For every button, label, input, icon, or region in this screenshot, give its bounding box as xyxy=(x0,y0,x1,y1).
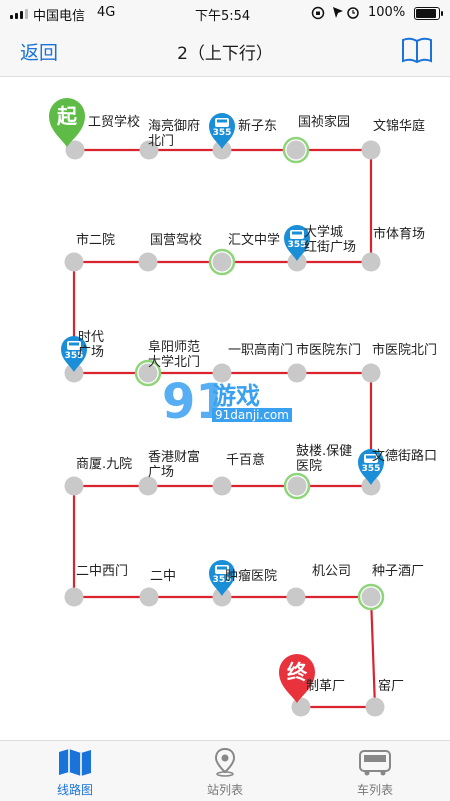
stop-label: 阜阳师范 大学北门 xyxy=(148,340,201,370)
location-arrow-icon xyxy=(333,7,343,18)
location-pin-icon xyxy=(214,747,236,777)
stop-label: 机公司 xyxy=(312,564,352,579)
tab-stop-list[interactable]: 站列表 xyxy=(150,741,300,801)
stop-label: 市二院 xyxy=(76,233,116,248)
stop-label: 香港财富 广场 xyxy=(148,450,201,480)
map-book-icon[interactable] xyxy=(400,36,434,64)
stop-dot[interactable] xyxy=(291,697,311,717)
stop-label: 肿瘤医院 xyxy=(225,569,278,584)
stop-dot[interactable] xyxy=(287,363,307,383)
stop-dot[interactable] xyxy=(212,476,232,496)
tab-bus-list[interactable]: 车列表 xyxy=(300,741,450,801)
stop-label: 国营驾校 xyxy=(150,233,203,248)
stop-label: 文德街路口 xyxy=(372,449,438,464)
bus-icon xyxy=(359,750,391,776)
rotation-lock-icon xyxy=(311,6,325,20)
battery-text: 100% xyxy=(368,5,406,20)
carrier-text: 中国电信 xyxy=(33,9,86,24)
stop-label: 市医院北门 xyxy=(372,343,438,358)
stop-dot[interactable] xyxy=(287,476,307,496)
stop-dot[interactable] xyxy=(365,697,385,717)
stop-label: 新子东 xyxy=(238,119,278,134)
stop-dot[interactable] xyxy=(212,252,232,272)
stop-dot[interactable] xyxy=(361,140,381,160)
signal-icon xyxy=(10,9,32,19)
alarm-icon xyxy=(347,7,359,19)
stop-dot[interactable] xyxy=(361,363,381,383)
bus-marker[interactable]: 355 xyxy=(209,113,235,149)
watermark-site: 91danji.com xyxy=(212,408,292,422)
stop-label: 国祯家园 xyxy=(298,115,351,130)
stop-dot[interactable] xyxy=(361,252,381,272)
status-bar: 中国电信 4G 下午5:54 100% xyxy=(0,0,450,26)
time-text: 下午5:54 xyxy=(195,9,251,24)
stop-dot[interactable] xyxy=(64,252,84,272)
stop-label: 一职高南门 xyxy=(228,343,294,358)
page-title: 2（上下行） xyxy=(177,44,273,64)
watermark-brand: 游戏 xyxy=(212,382,260,410)
stop-label: 二中 xyxy=(150,569,177,584)
start-badge: 起 xyxy=(49,98,85,147)
stop-dot[interactable] xyxy=(139,587,159,607)
stop-label: 二中西门 xyxy=(76,564,129,579)
route-map: 355 355 355 355 355 起终 工贸学校 海亮御府 北门 新子东 国祯家园 文锦华庭… xyxy=(0,77,450,740)
nav-bar: 返回 2（上下行） xyxy=(0,26,450,77)
stop-dot[interactable] xyxy=(361,587,381,607)
stop-dot[interactable] xyxy=(286,587,306,607)
network-text: 4G xyxy=(97,5,116,20)
svg-text:起: 起 xyxy=(56,104,78,128)
stop-label: 时代 广场 xyxy=(78,330,105,360)
stop-dot[interactable] xyxy=(286,140,306,160)
tab-line-map-label: 线路图 xyxy=(56,783,93,797)
stop-label: 海亮御府 北门 xyxy=(148,119,201,149)
tab-line-map[interactable]: 线路图 xyxy=(0,741,150,801)
battery-icon xyxy=(414,7,443,20)
stop-label: 制革厂 xyxy=(306,679,346,694)
stop-label: 千百意 xyxy=(226,453,266,468)
stop-label: 市医院东门 xyxy=(296,343,362,358)
stop-dot[interactable] xyxy=(64,476,84,496)
stop-label: 工贸学校 xyxy=(88,115,141,130)
tab-stop-list-label: 站列表 xyxy=(206,783,243,797)
tab-bus-list-label: 车列表 xyxy=(356,783,393,797)
stop-label: 市体育场 xyxy=(373,227,426,242)
map-icon xyxy=(59,749,91,776)
bus-number: 355 xyxy=(362,464,381,474)
stop-label: 商厦.九院 xyxy=(76,457,133,472)
stop-label: 文锦华庭 xyxy=(373,119,426,134)
stop-label: 鼓楼.保健 医院 xyxy=(296,444,353,474)
bus-number: 355 xyxy=(213,128,232,138)
stop-label: 窑厂 xyxy=(378,679,405,694)
stop-dot[interactable] xyxy=(138,252,158,272)
route-segment xyxy=(369,596,377,708)
status-icons xyxy=(311,6,359,20)
stop-label: 汇文中学 xyxy=(228,233,281,248)
stop-dot[interactable] xyxy=(64,587,84,607)
svg-text:终: 终 xyxy=(287,660,308,684)
stop-label: 种子酒厂 xyxy=(372,564,425,579)
stop-label: 大学城 红街广场 xyxy=(304,225,357,255)
tab-bar: 线路图 站列表 车列表 xyxy=(0,740,450,801)
